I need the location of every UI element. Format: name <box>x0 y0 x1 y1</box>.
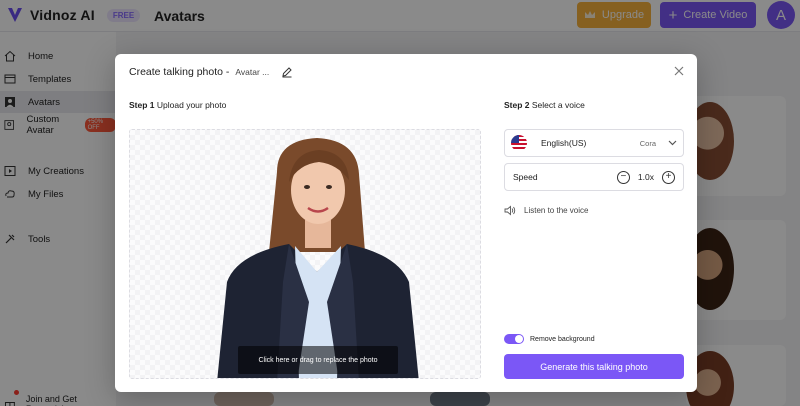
step2-heading: Step 2 Select a voice <box>504 100 585 110</box>
listen-label: Listen to the voice <box>524 206 589 215</box>
remove-background-label: Remove background <box>530 335 595 343</box>
close-icon <box>674 66 684 76</box>
close-button[interactable] <box>672 64 686 78</box>
step1-prefix: Step 1 <box>129 100 155 110</box>
plus-icon: + <box>665 171 672 182</box>
photo-upload-area[interactable]: Click here or drag to replace the photo <box>129 129 481 379</box>
speed-increase-button[interactable]: + <box>662 170 675 184</box>
remove-background-toggle[interactable] <box>504 334 524 344</box>
speed-control: Speed − 1.0x + <box>504 163 684 191</box>
edit-icon[interactable] <box>281 66 293 78</box>
generate-talking-photo-button[interactable]: Generate this talking photo <box>504 354 684 379</box>
step2-text: Select a voice <box>531 100 585 110</box>
speed-decrease-button[interactable]: − <box>616 170 630 184</box>
step2-prefix: Step 2 <box>504 100 530 110</box>
minus-icon: − <box>620 171 627 182</box>
speed-label: Speed <box>513 172 538 182</box>
replace-photo-hint[interactable]: Click here or drag to replace the photo <box>238 346 398 374</box>
speed-value: 1.0x <box>637 172 654 182</box>
step1-text: Upload your photo <box>156 100 227 110</box>
listen-voice-button[interactable]: Listen to the voice <box>504 205 588 216</box>
voice-name: Cora <box>639 138 656 148</box>
us-flag-icon <box>511 135 527 151</box>
remove-background-option: Remove background <box>504 334 595 344</box>
dialog-title-text: Create talking photo - <box>129 66 230 78</box>
project-name[interactable]: Avatar ... <box>235 67 269 77</box>
voice-language: English(US) <box>541 138 587 148</box>
dialog-title: Create talking photo - Avatar ... <box>129 66 293 78</box>
chevron-down-icon <box>668 140 677 146</box>
step1-heading: Step 1 Upload your photo <box>129 100 226 110</box>
create-talking-photo-dialog: Create talking photo - Avatar ... Step 1… <box>115 54 697 392</box>
speed-stepper: − 1.0x + <box>616 170 675 184</box>
uploaded-photo <box>217 138 419 378</box>
voice-select[interactable]: English(US) Cora <box>504 129 684 157</box>
speaker-icon <box>504 205 516 216</box>
